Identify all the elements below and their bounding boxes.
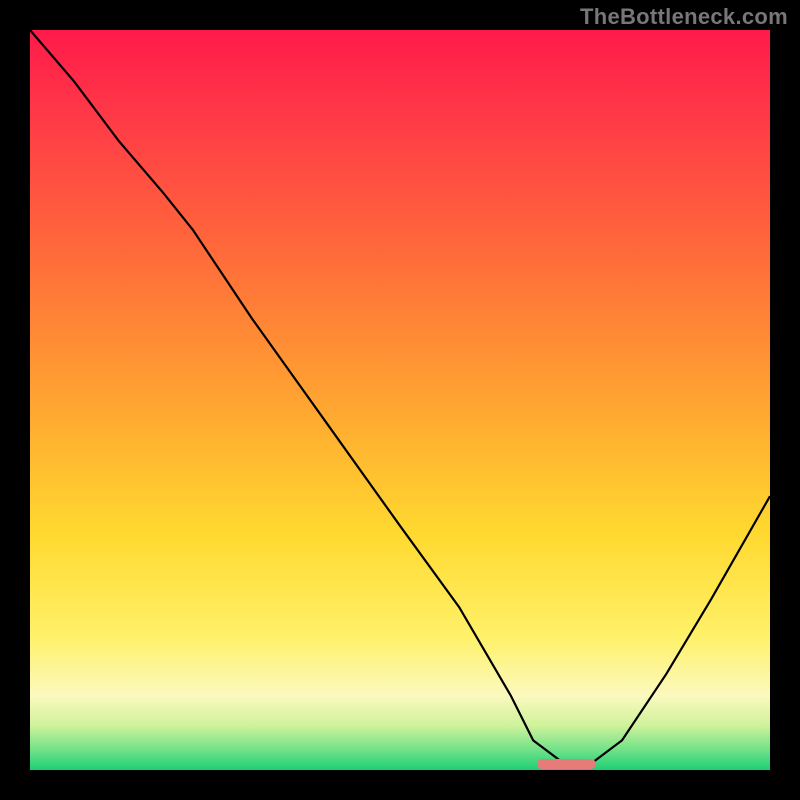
chart-container: TheBottleneck.com — [0, 0, 800, 800]
chart-plot — [0, 0, 800, 800]
plot-background — [30, 30, 770, 770]
optimal-range-marker — [537, 759, 596, 769]
